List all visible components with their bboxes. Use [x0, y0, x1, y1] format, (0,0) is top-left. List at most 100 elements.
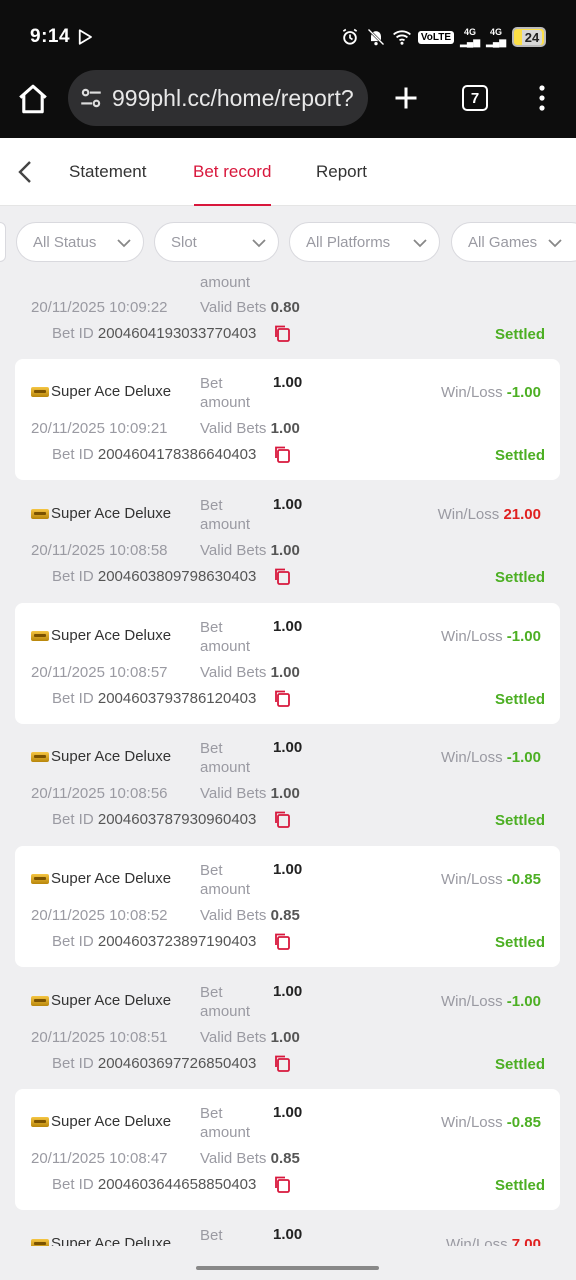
url-row: 999phl.cc/home/report? 7: [0, 70, 576, 128]
game-icon: [31, 1238, 49, 1246]
tabs-icon[interactable]: 7: [462, 85, 488, 111]
volte-badge: VoLTE: [417, 30, 454, 44]
filter-status-label: All Status: [33, 233, 97, 251]
plus-icon[interactable]: [392, 84, 420, 112]
bet-amount-value: 1.00: [273, 1104, 303, 1121]
signal-icon: 4G ▂▄▆: [460, 27, 481, 47]
game-name: Super Ace Deluxe: [31, 505, 171, 522]
copy-icon[interactable]: [273, 689, 291, 707]
bet-amount-value: 1.00: [273, 496, 303, 513]
status-badge: Settled: [494, 812, 545, 829]
win-loss: Win/Loss -1.00: [440, 384, 541, 401]
game-icon: [31, 995, 49, 1006]
bet-id: Bet ID 2004604193033770403: [52, 325, 257, 342]
bet-record-card[interactable]: Super Ace Deluxe Bet amount 1.00 Win/Los…: [15, 1211, 560, 1246]
battery-icon: 24: [512, 27, 546, 47]
status-badge: Settled: [494, 326, 545, 343]
bet-datetime: 20/11/2025 10:08:47: [31, 1150, 168, 1167]
bet-record-card[interactable]: Super Ace Deluxe Bet amount 1.00 Win/Los…: [15, 968, 560, 1089]
bet-record-list: amount 20/11/2025 10:09:22 Valid Bets 0.…: [0, 265, 576, 1246]
copy-icon[interactable]: [273, 810, 291, 828]
tab-report[interactable]: Report: [316, 162, 367, 182]
win-loss: Win/Loss -1.00: [440, 993, 541, 1010]
game-name: Super Ace Deluxe: [31, 1235, 171, 1246]
filter-category-label: Slot: [171, 233, 197, 251]
game-name: Super Ace Deluxe: [31, 1113, 171, 1130]
copy-icon[interactable]: [273, 1054, 291, 1072]
bet-amount-label: Bet amount: [200, 375, 251, 411]
win-loss: Win/Loss -1.00: [440, 749, 541, 766]
tune-icon[interactable]: [78, 85, 104, 111]
chevron-down-icon: [413, 239, 427, 248]
bet-id: Bet ID 2004603793786120403: [52, 690, 257, 707]
filter-partial[interactable]: [0, 222, 6, 262]
valid-bets: Valid Bets 1.00: [200, 542, 300, 559]
filter-status[interactable]: All Status: [16, 222, 144, 262]
bet-amount-value: 1.00: [273, 983, 303, 1000]
signal-icon: 4G ▂▄▆: [486, 27, 507, 47]
bet-record-card[interactable]: amount 20/11/2025 10:09:22 Valid Bets 0.…: [15, 265, 560, 343]
wifi-icon: [392, 30, 411, 45]
game-icon: [31, 630, 49, 641]
address-bar[interactable]: 999phl.cc/home/report?: [68, 70, 368, 126]
home-icon[interactable]: [16, 82, 50, 116]
game-name: Super Ace Deluxe: [31, 383, 171, 400]
bet-record-card[interactable]: Super Ace Deluxe Bet amount 1.00 Win/Los…: [15, 724, 560, 845]
bet-record-card[interactable]: Super Ace Deluxe Bet amount 1.00 Win/Los…: [15, 481, 560, 602]
browser-chrome: 9:14 VoLTE 4G ▂▄▆ 4G ▂▄▆ 24 999phl.cc/home…: [0, 0, 576, 138]
copy-icon[interactable]: [273, 567, 291, 585]
game-name: Super Ace Deluxe: [31, 992, 171, 1009]
bet-record-card[interactable]: Super Ace Deluxe Bet amount 1.00 Win/Los…: [15, 846, 560, 967]
filter-row: All Status Slot All Platforms All Games: [0, 222, 576, 262]
play-store-icon: [78, 29, 92, 45]
game-icon: [31, 386, 49, 397]
game-icon: [31, 751, 49, 762]
valid-bets: Valid Bets 0.85: [200, 907, 300, 924]
tab-statement[interactable]: Statement: [69, 162, 147, 182]
copy-icon[interactable]: [273, 1175, 291, 1193]
win-loss: Win/Loss -1.00: [440, 628, 541, 645]
status-badge: Settled: [494, 569, 545, 586]
bet-id: Bet ID 2004603697726850403: [52, 1055, 257, 1072]
back-icon[interactable]: [14, 158, 38, 186]
valid-bets: Valid Bets 1.00: [200, 664, 300, 681]
bet-datetime: 20/11/2025 10:09:22: [31, 299, 168, 316]
bet-id: Bet ID 2004603723897190403: [52, 933, 257, 950]
bet-amount-value: 1.00: [273, 739, 303, 756]
status-badge: Settled: [494, 691, 545, 708]
copy-icon[interactable]: [273, 445, 291, 463]
filter-platforms[interactable]: All Platforms: [289, 222, 440, 262]
win-loss: Win/Loss -0.85: [440, 1114, 541, 1131]
bet-datetime: 20/11/2025 10:08:52: [31, 907, 168, 924]
bet-id: Bet ID 2004603644658850403: [52, 1176, 257, 1193]
bet-datetime: 20/11/2025 10:09:21: [31, 420, 168, 437]
bet-datetime: 20/11/2025 10:08:58: [31, 542, 168, 559]
valid-bets: Valid Bets 0.85: [200, 1150, 300, 1167]
bet-record-card[interactable]: Super Ace Deluxe Bet amount 1.00 Win/Los…: [15, 359, 560, 480]
filter-games[interactable]: All Games: [451, 222, 576, 262]
gesture-home-indicator[interactable]: [196, 1266, 379, 1270]
bet-amount-label: amount: [200, 274, 251, 291]
game-icon: [31, 508, 49, 519]
more-vert-icon[interactable]: [532, 84, 552, 112]
status-badge: Settled: [494, 447, 545, 464]
win-loss: Win/Loss 7.00: [445, 1236, 541, 1246]
copy-icon[interactable]: [273, 324, 291, 342]
bet-record-card[interactable]: Super Ace Deluxe Bet amount 1.00 Win/Los…: [15, 603, 560, 724]
valid-bets: Valid Bets 1.00: [200, 785, 300, 802]
game-name: Super Ace Deluxe: [31, 870, 171, 887]
tab-bet-record[interactable]: Bet record: [193, 162, 271, 182]
status-badge: Settled: [494, 1177, 545, 1194]
bet-id: Bet ID 2004604178386640403: [52, 446, 257, 463]
valid-bets: Valid Bets 0.80: [200, 299, 300, 316]
bet-amount-label: Bet amount: [200, 1227, 223, 1244]
filter-category[interactable]: Slot: [154, 222, 279, 262]
bet-amount-label: Bet amount: [200, 862, 251, 898]
bet-record-card[interactable]: Super Ace Deluxe Bet amount 1.00 Win/Los…: [15, 1089, 560, 1210]
copy-icon[interactable]: [273, 932, 291, 950]
url-text[interactable]: 999phl.cc/home/report?: [112, 85, 354, 112]
status-badge: Settled: [494, 1056, 545, 1073]
chevron-down-icon: [548, 239, 562, 248]
game-icon: [31, 1116, 49, 1127]
bet-amount-label: Bet amount: [200, 740, 251, 776]
